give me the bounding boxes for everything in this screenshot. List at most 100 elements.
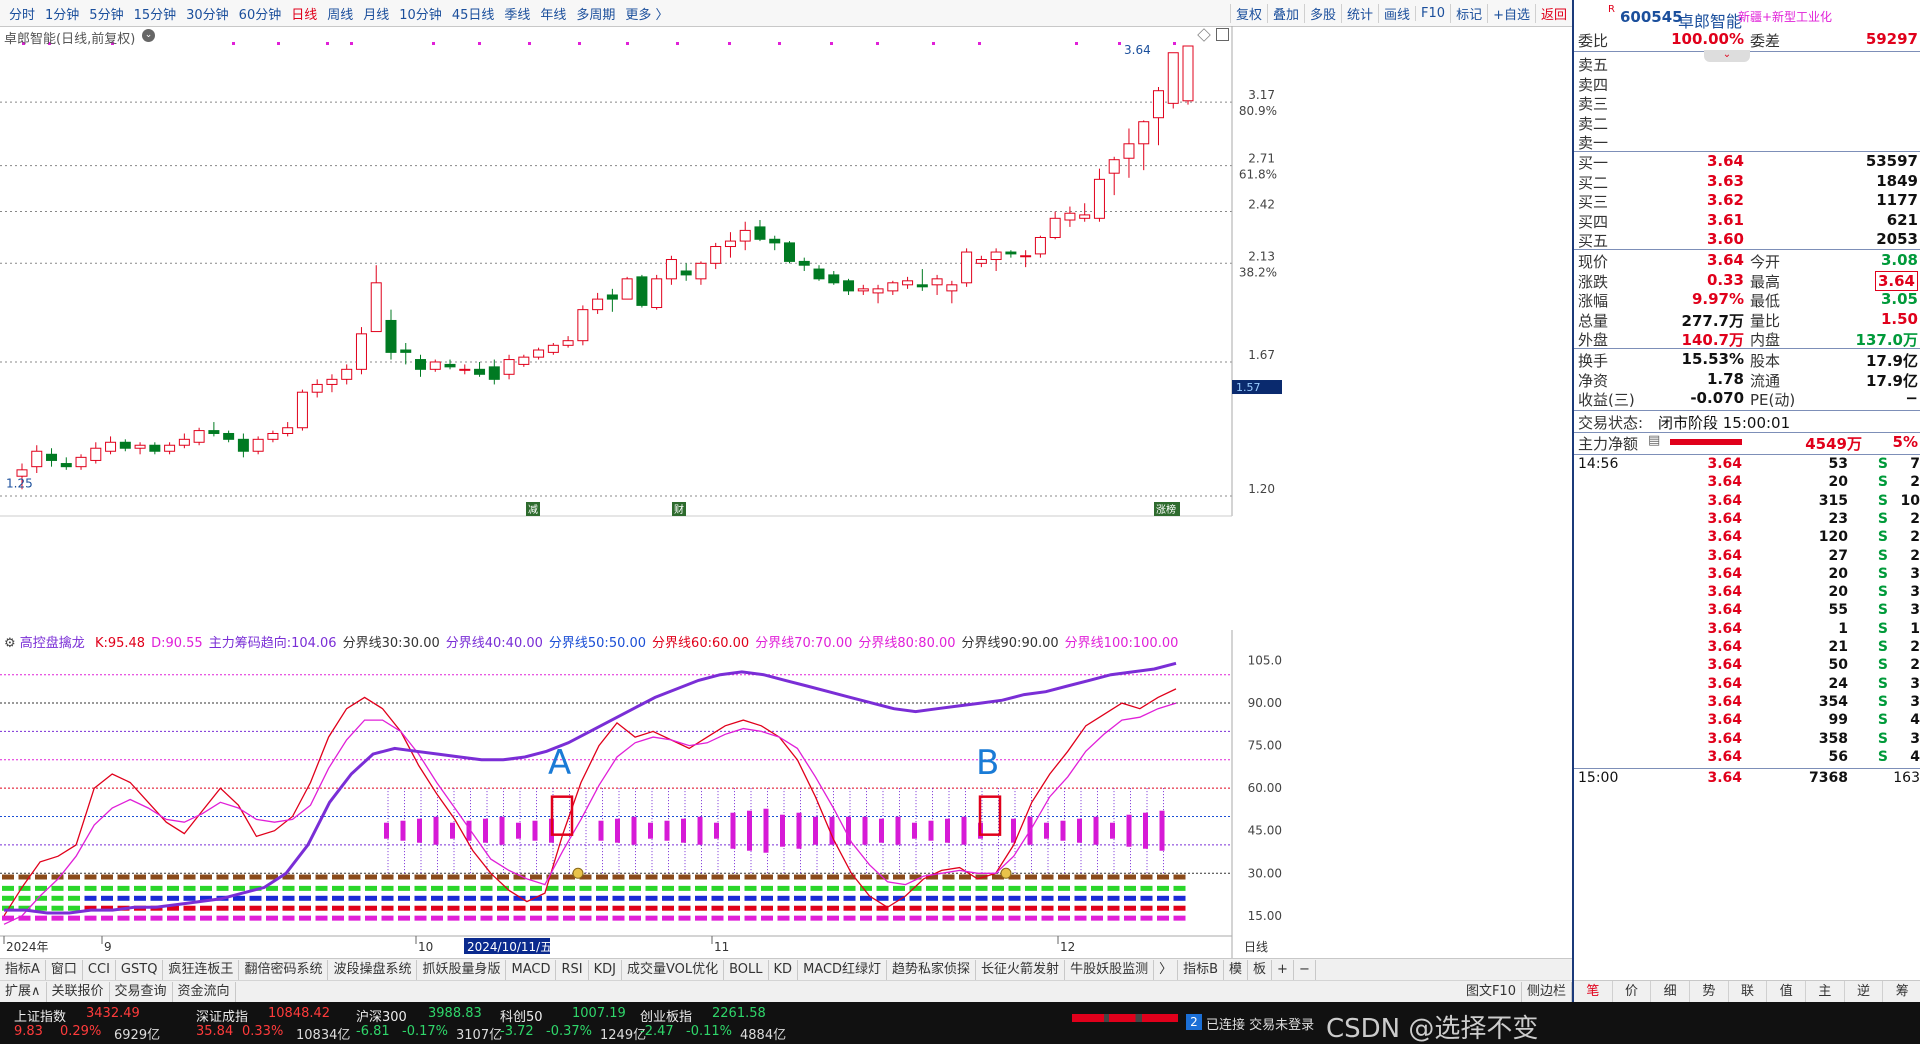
candle-body[interactable] [1049,217,1061,238]
candle-body[interactable] [119,441,131,449]
candle-body[interactable] [252,438,264,452]
candle-body[interactable] [887,282,899,292]
chart-tool-button[interactable]: 叠加 [1266,3,1304,23]
candle-body[interactable] [754,226,766,240]
extension-tab[interactable]: 扩展∧ [0,982,47,1002]
candle-body[interactable] [296,391,308,429]
candle-body[interactable] [385,319,397,353]
candle-body[interactable] [60,463,72,468]
panel-tab[interactable]: 笔 [1574,981,1613,1002]
indicator-tab[interactable]: MACD红绿灯 [798,960,888,980]
connection-status[interactable]: 已连接 交易未登录 [1206,1014,1314,1033]
candle-body[interactable] [592,298,604,311]
candle-body[interactable] [46,453,58,461]
candle-body[interactable] [415,359,427,370]
indicator-tab[interactable]: 〉 [1154,960,1179,980]
candle-body[interactable] [31,450,43,468]
indicator-tab[interactable]: + [1272,960,1294,980]
candle-body[interactable] [370,282,382,333]
period-tab[interactable]: 日线 [286,4,322,23]
candle-body[interactable] [946,284,958,292]
candle-body[interactable] [208,430,220,434]
candle-body[interactable] [164,444,176,452]
candle-body[interactable] [961,251,973,284]
candle-body[interactable] [282,427,294,434]
period-tab[interactable]: 周线 [322,4,358,23]
indicator-tab[interactable]: 板 [1248,960,1273,980]
panel-tab[interactable]: 主 [1806,981,1845,1002]
chevron-down-icon[interactable]: ⌄ [142,29,155,42]
panel-tab[interactable]: 细 [1651,981,1691,1002]
candle-body[interactable] [193,430,205,443]
candle-body[interactable] [547,344,559,353]
indicator-tab[interactable]: 成交量VOL优化 [622,960,725,980]
period-tab[interactable]: 分时 [4,4,40,23]
indicator-tab[interactable]: KD [769,960,799,980]
chart-tool-button[interactable]: F10 [1415,5,1450,21]
candle-body[interactable] [651,278,663,309]
chart-tool-button[interactable]: 画线 [1378,3,1415,23]
table-icon[interactable]: ▤ [1648,433,1660,448]
period-tab[interactable]: 45日线 [447,4,500,23]
panel-tab[interactable]: 逆 [1845,981,1884,1002]
candle-body[interactable] [843,280,855,292]
period-tab[interactable]: 60分钟 [234,4,287,23]
candle-body[interactable] [562,340,574,346]
window-icon[interactable] [1216,28,1229,41]
candle-body[interactable] [724,240,736,248]
indicator-tab[interactable]: 抓妖股量身版 [417,960,507,980]
period-tab[interactable]: 10分钟 [394,4,447,23]
extension-tab[interactable]: 图文F10 [1461,982,1522,1002]
candle-body[interactable] [665,259,677,280]
chart-tool-button[interactable]: 复权 [1229,3,1267,23]
period-tab[interactable]: 30分钟 [181,4,234,23]
candle-body[interactable] [1167,52,1179,104]
period-tab[interactable]: 季线 [499,4,535,23]
candle-body[interactable] [680,270,692,276]
candle-body[interactable] [577,309,589,342]
candle-body[interactable] [149,444,161,452]
candle-body[interactable] [798,260,810,266]
index-name[interactable]: 沪深300 [356,1006,407,1025]
candle-body[interactable] [1138,121,1150,145]
index-name[interactable]: 上证指数 [14,1006,66,1025]
candle-body[interactable] [75,456,87,468]
indicator-tab[interactable]: 波段操盘系统 [328,960,418,980]
candle-body[interactable] [16,469,28,477]
gear-icon[interactable]: ⚙ [4,636,16,651]
candle-body[interactable] [621,278,633,300]
candle-body[interactable] [267,432,279,440]
candle-body[interactable] [444,363,456,368]
candle-body[interactable] [739,229,751,242]
candle-body[interactable] [828,274,840,284]
indicator-tab[interactable]: CCI [83,960,116,980]
candle-body[interactable] [223,432,235,440]
candle-body[interactable] [90,447,102,461]
candle-body[interactable] [606,294,618,300]
candle-body[interactable] [474,368,486,375]
indicator-chart[interactable]: 105.0 90.00 75.00 60.00 45.00 30.00 15.00 A B 202… [0,630,1572,958]
indicator-tab[interactable]: 长征火箭发射 [976,960,1066,980]
candle-body[interactable] [178,438,190,446]
candle-body[interactable] [695,262,707,280]
candle-body[interactable] [518,356,530,365]
candle-body[interactable] [636,276,648,306]
candle-body[interactable] [429,361,441,370]
candle-body[interactable] [459,368,471,371]
candle-body[interactable] [355,333,367,370]
extension-tab[interactable]: 侧边栏 [1522,982,1572,1002]
panel-tab[interactable]: 值 [1767,981,1807,1002]
panel-tab[interactable]: 势 [1690,981,1729,1002]
candle-body[interactable] [1093,178,1105,219]
indicator-tab[interactable]: RSI [556,960,589,980]
candle-body[interactable] [872,288,884,294]
panel-tab[interactable]: 联 [1729,981,1768,1002]
candle-body[interactable] [400,349,412,353]
candle-body[interactable] [902,280,914,286]
candle-body[interactable] [813,268,825,280]
indicator-tab[interactable]: KDJ [589,960,622,980]
candle-body[interactable] [1123,143,1135,159]
indicator-tab[interactable]: GSTQ [116,960,164,980]
panel-tab[interactable]: 筹 [1883,981,1920,1002]
indicator-tab[interactable]: 牛股妖股监测 [1065,960,1155,980]
